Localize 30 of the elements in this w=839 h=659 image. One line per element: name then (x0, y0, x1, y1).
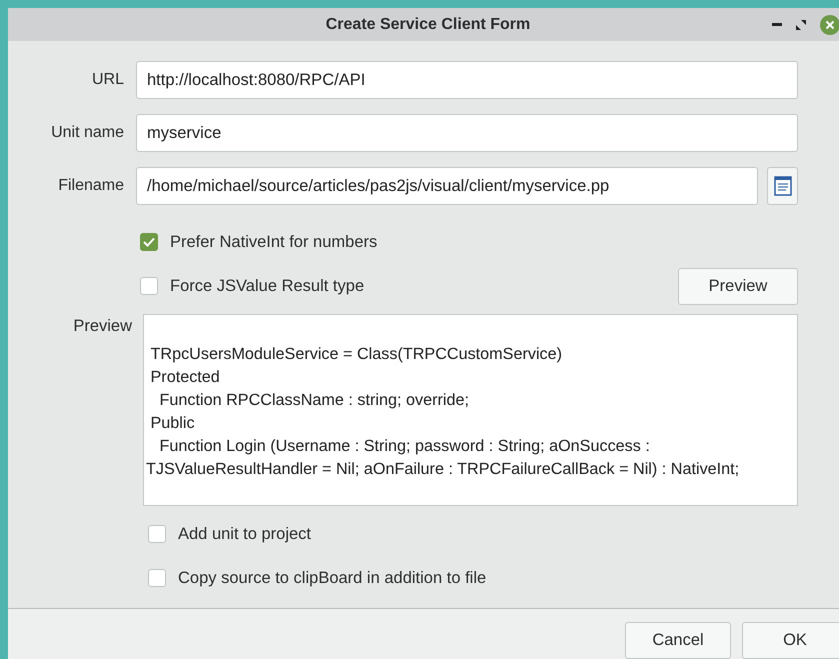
window-title: Create Service Client Form (326, 16, 530, 34)
checkbox-label: Add unit to project (178, 524, 311, 544)
maximize-icon[interactable] (796, 20, 806, 30)
close-icon[interactable] (820, 15, 839, 35)
code-line: TRpcUsersModuleService = Class(TRPCCustomService) (150, 344, 564, 366)
minimize-icon[interactable] (772, 23, 782, 27)
code-line: Public (150, 413, 196, 434)
code-line: Protected (150, 367, 221, 388)
code-line: Function Login (Username : String; password : String; aOnSuccess : TJSValueResultHandler = Nil; aOnFailure : TRPCFailureCallBack = Nil) : NativeInt; (146, 436, 740, 480)
code-line: Function RPCClassName : string; override; (158, 390, 470, 412)
field-label: Unit name (50, 124, 125, 142)
checkbox[interactable] (140, 277, 158, 296)
field-label: URL (90, 71, 125, 90)
dialog-button[interactable]: OK (742, 622, 839, 659)
code-preview[interactable] (143, 314, 798, 506)
preview-button[interactable]: Preview (678, 268, 798, 305)
field-label: Filename (57, 177, 125, 196)
checkbox[interactable] (148, 569, 166, 588)
browse-button[interactable] (767, 167, 798, 206)
input-field[interactable]: myservice (136, 114, 798, 152)
checkbox[interactable] (140, 233, 158, 252)
checkbox-label: Prefer NativeInt for numbers (170, 232, 378, 252)
checkbox[interactable] (148, 525, 166, 544)
input-field[interactable]: http://localhost:8080/RPC/API (136, 61, 798, 100)
checkbox-label: Copy source to clipBoard in addition to file (178, 568, 486, 588)
dialog-button[interactable]: Cancel (625, 622, 731, 659)
checkbox-label: Force JSValue Result type (170, 276, 364, 296)
document-icon (774, 176, 792, 196)
preview-label: Preview (72, 316, 133, 336)
input-field[interactable]: /home/michael/source/articles/pas2js/visual/client/myservice.pp (136, 167, 758, 206)
